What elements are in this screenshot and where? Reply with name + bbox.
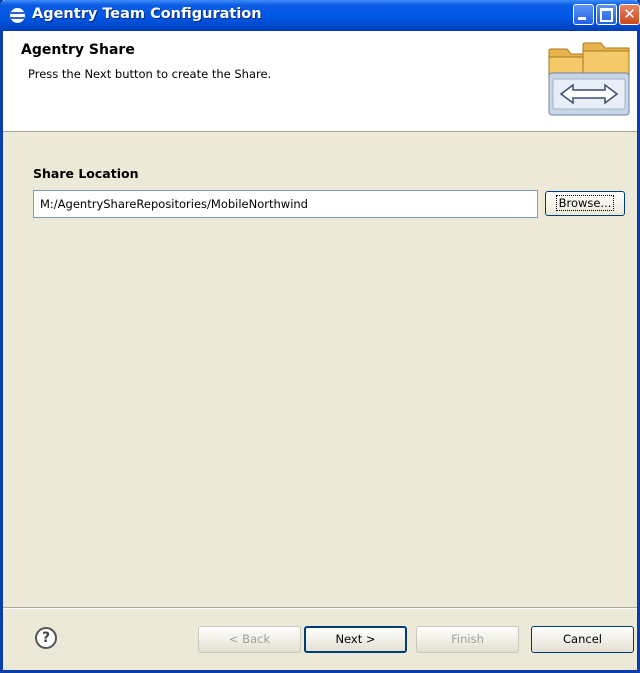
- folder-sync-icon: [548, 42, 630, 116]
- close-icon: ✕: [623, 5, 636, 23]
- back-button[interactable]: < Back: [198, 626, 301, 653]
- footer-separator: [3, 607, 637, 609]
- next-button[interactable]: Next >: [304, 626, 407, 653]
- browse-label: Browse...: [555, 195, 615, 211]
- browse-button[interactable]: Browse...: [545, 191, 625, 216]
- window-title: Agentry Team Configuration: [32, 6, 262, 22]
- eclipse-icon[interactable]: [9, 8, 26, 23]
- wizard-banner: Agentry Share Press the Next button to c…: [3, 31, 637, 132]
- page-title: Agentry Share: [21, 42, 135, 58]
- maximize-button[interactable]: [596, 4, 617, 25]
- share-location-input[interactable]: M:/AgentryShareRepositories/MobileNorthw…: [33, 190, 538, 218]
- close-button[interactable]: ✕: [619, 4, 640, 25]
- wizard-window: Agentry Team Configuration ✕ Agentry Sha…: [0, 0, 640, 673]
- cancel-button[interactable]: Cancel: [531, 626, 634, 653]
- page-description: Press the Next button to create the Shar…: [28, 67, 272, 81]
- help-icon[interactable]: ?: [35, 627, 57, 649]
- share-location-label: Share Location: [33, 166, 139, 181]
- minimize-button[interactable]: [573, 4, 594, 25]
- finish-button[interactable]: Finish: [416, 626, 519, 653]
- wizard-content: Share Location M:/AgentryShareRepositori…: [3, 132, 637, 607]
- title-bar[interactable]: Agentry Team Configuration ✕: [0, 0, 640, 31]
